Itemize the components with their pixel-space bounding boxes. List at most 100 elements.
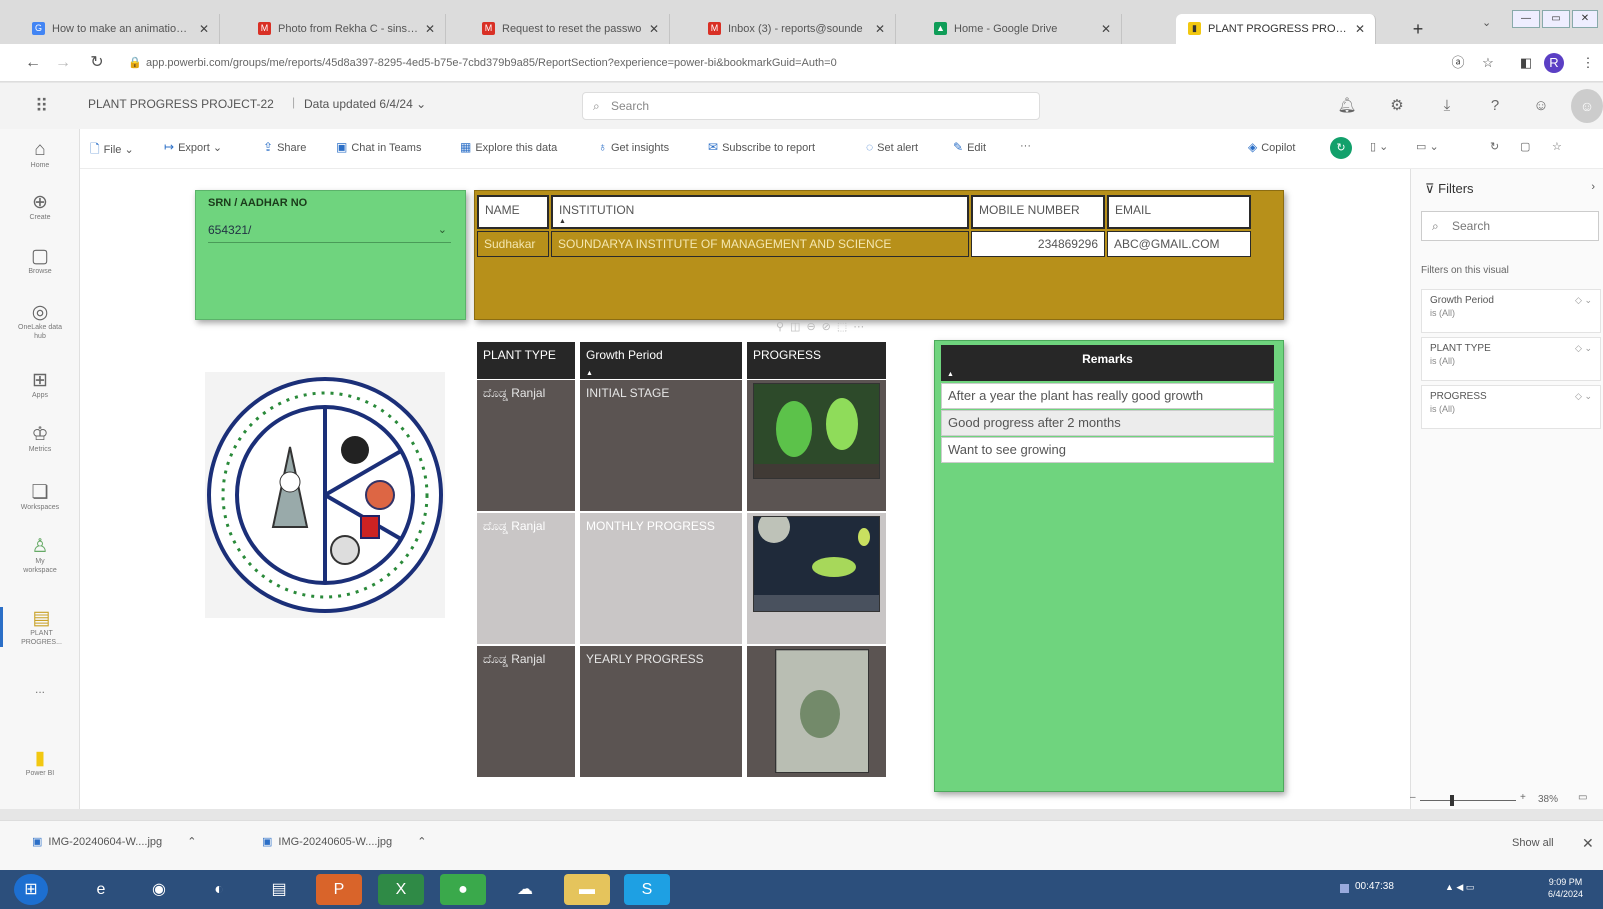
filters-search-input[interactable]: ⌕ Search (1421, 211, 1599, 241)
skype-icon[interactable]: S (624, 874, 670, 905)
internet-explorer-icon[interactable]: e (78, 874, 124, 905)
close-tab-icon[interactable]: ✕ (1101, 14, 1111, 44)
fit-to-page-icon[interactable]: ▭ (1578, 792, 1587, 803)
filter-options-icon[interactable]: ◇ ⌄ (1575, 294, 1592, 307)
green-app-icon[interactable]: ● (440, 874, 486, 905)
back-icon[interactable]: ← (22, 52, 44, 74)
bookmark-star-icon[interactable]: ☆ (1478, 53, 1498, 73)
column-header-email[interactable]: EMAIL (1107, 195, 1251, 229)
view-icon[interactable]: ▭ ⌄ (1416, 140, 1439, 153)
nav-metrics[interactable]: ♔ Metrics (0, 423, 80, 454)
start-button[interactable]: ⊞ (14, 874, 48, 905)
column-header-growth-period[interactable]: Growth Period ▲ (580, 342, 742, 379)
get-insights-button[interactable]: ♁ Get insights (598, 140, 669, 154)
nav-plant-progress[interactable]: ▤ PLANT PROGRES... (0, 607, 80, 647)
more-options-button[interactable]: ··· (1020, 140, 1031, 152)
filter-options-icon[interactable]: ◇ ⌄ (1575, 390, 1592, 403)
nav-more[interactable]: ... (0, 683, 80, 695)
browser-tab-active[interactable]: ▮ PLANT PROGRESS PROJECT-2 ✕ (1176, 14, 1376, 44)
nav-browse[interactable]: ▢ Browse (0, 245, 80, 276)
copilot-button[interactable]: ◈ Copilot (1248, 140, 1295, 154)
minimize-button[interactable]: — (1512, 10, 1540, 28)
nav-my-workspace[interactable]: ♙ My workspace (0, 535, 80, 575)
user-avatar[interactable]: ☺ (1571, 89, 1603, 123)
maximize-button[interactable]: ▭ (1542, 10, 1570, 28)
chevron-up-icon[interactable]: ⌃ (187, 836, 196, 848)
export-menu[interactable]: ↦ Export ⌄ (164, 140, 222, 154)
url-field[interactable]: 🔒 app.powerbi.com/groups/me/reports/45d8a… (122, 50, 1432, 76)
notifications-icon[interactable]: 🔔︎ (1336, 95, 1358, 117)
close-tab-icon[interactable]: ✕ (199, 14, 209, 44)
report-title[interactable]: PLANT PROGRESS PROJECT-22 (88, 97, 274, 111)
collapse-filters-icon[interactable]: › (1591, 181, 1595, 193)
column-header-plant-type[interactable]: PLANT TYPE (477, 342, 575, 379)
file-menu[interactable]: 🗋︎ File ⌄ (90, 140, 134, 161)
column-header-mobile[interactable]: MOBILE NUMBER (971, 195, 1105, 229)
download-item[interactable]: ▣ IMG-20240605-W....jpg ⌃ (262, 835, 426, 848)
app-launcher-icon[interactable]: ⠿ (35, 96, 48, 117)
show-all-downloads-button[interactable]: Show all (1512, 837, 1554, 849)
browser-tab-5[interactable]: ▲ Home - Google Drive ✕ (922, 14, 1122, 44)
subscribe-button[interactable]: ✉ Subscribe to report (708, 140, 815, 154)
browser-tab-4[interactable]: M Inbox (3) - reports@sounde ✕ (696, 14, 896, 44)
firefox-icon[interactable]: ◐ (196, 874, 242, 905)
slicer-dropdown[interactable]: 654321/ ⌄ (208, 219, 451, 243)
nav-home[interactable]: ⌂ Home (0, 139, 80, 170)
close-tab-icon[interactable]: ✕ (649, 14, 659, 44)
forward-icon[interactable]: → (52, 52, 74, 74)
nav-power-bi[interactable]: ▮ Power BI (0, 747, 80, 778)
browser-tab-2[interactable]: M Photo from Rekha C - sinsub ✕ (246, 14, 446, 44)
filter-card-plant-type[interactable]: PLANT TYPE is (All) ◇ ⌄ (1421, 337, 1601, 381)
chat-in-teams-button[interactable]: ▣ Chat in Teams (336, 140, 421, 154)
profile-icon[interactable]: R (1544, 53, 1564, 73)
column-header-name[interactable]: NAME (477, 195, 549, 229)
column-header-institution[interactable]: INSTITUTION ▲ (551, 195, 969, 229)
srn-slicer[interactable]: SRN / AADHAR NO 654321/ ⌄ (195, 190, 466, 320)
edit-button[interactable]: ✎ Edit (953, 140, 986, 154)
tab-search-icon[interactable]: ⌄ (1482, 16, 1491, 29)
column-header-remarks[interactable]: Remarks ▲ (941, 345, 1274, 381)
settings-gear-icon[interactable]: ⚙ (1386, 95, 1408, 117)
feedback-icon[interactable]: ☺ (1530, 95, 1552, 117)
close-tab-icon[interactable]: ✕ (1355, 14, 1365, 44)
zoom-out-icon[interactable]: – (1410, 792, 1416, 803)
file-explorer-icon[interactable]: ▤ (256, 874, 302, 905)
help-icon[interactable]: ? (1484, 95, 1506, 117)
bookmark-icon[interactable]: ▯ ⌄ (1370, 140, 1388, 153)
search-input[interactable]: ⌕ Search (582, 92, 1040, 120)
browser-tab-3[interactable]: M Request to reset the passwo ✕ (470, 14, 670, 44)
zoom-control[interactable]: – + 38% ▭ (1410, 792, 1603, 810)
chrome-icon[interactable]: ◉ (136, 874, 182, 905)
filter-card-progress[interactable]: PROGRESS is (All) ◇ ⌄ (1421, 385, 1601, 429)
favorite-star-icon[interactable]: ☆ (1552, 140, 1562, 153)
zoom-slider-handle[interactable] (1450, 795, 1454, 806)
new-tab-button[interactable]: + (1405, 14, 1431, 44)
folder-icon[interactable]: ▬ (564, 874, 610, 905)
close-tab-icon[interactable]: ✕ (875, 14, 885, 44)
filter-options-icon[interactable]: ◇ ⌄ (1575, 342, 1592, 355)
cloud-app-icon[interactable]: ☁ (502, 874, 548, 905)
explore-data-button[interactable]: ▦ Explore this data (460, 140, 557, 154)
split-screen-icon[interactable]: ◧ (1516, 53, 1536, 73)
nav-create[interactable]: ⊕ Create (0, 191, 80, 222)
zoom-slider-track[interactable] (1420, 800, 1516, 801)
close-downloads-icon[interactable]: ✕ (1582, 835, 1594, 852)
excel-icon[interactable]: X (378, 874, 424, 905)
download-item[interactable]: ▣ IMG-20240604-W....jpg ⌃ (32, 835, 196, 848)
zoom-in-icon[interactable]: + (1520, 792, 1526, 803)
data-updated-label[interactable]: Data updated 6/4/24 ⌄ (304, 97, 426, 111)
nav-apps[interactable]: ⊞ Apps (0, 369, 80, 400)
reset-icon[interactable]: ↻ (1490, 140, 1499, 153)
browser-tab-1[interactable]: G How to make an animation wit ✕ (20, 14, 220, 44)
set-alert-button[interactable]: ◌ Set alert (866, 140, 918, 154)
share-button[interactable]: ⇪ Share (263, 140, 306, 154)
system-tray-icons[interactable]: ▲ ◀ ▭ (1445, 882, 1474, 893)
powerpoint-icon[interactable]: P (316, 874, 362, 905)
nav-workspaces[interactable]: ❏ Workspaces (0, 481, 80, 512)
taskbar-clock[interactable]: 9:09 PM 6/4/2024 (1548, 876, 1583, 900)
visual-header-icons[interactable]: ⚲◫⊖⊘⬚⋯ (776, 320, 870, 333)
download-icon[interactable]: ⤓ (1436, 95, 1458, 117)
comment-icon[interactable]: ▢ (1520, 140, 1530, 153)
nav-onelake[interactable]: ◎ OneLake data hub (0, 301, 80, 341)
refresh-status-icon[interactable]: ↻ (1330, 137, 1352, 159)
